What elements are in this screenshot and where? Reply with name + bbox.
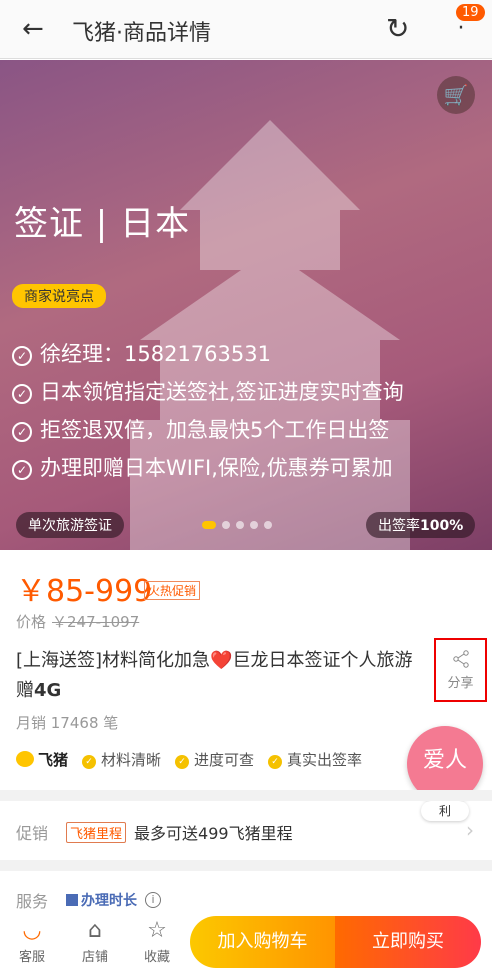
carousel-dots[interactable]: [202, 521, 272, 529]
check-icon: ✓: [12, 384, 32, 404]
check-icon: ✓: [268, 755, 283, 769]
chat-icon: ◡: [22, 918, 42, 943]
carousel-dot[interactable]: [250, 521, 258, 529]
shop-icon: ⌂: [88, 918, 102, 943]
highlight-item: ✓ 办理即赠日本WIFI,保险,优惠券可累加: [12, 449, 404, 487]
refresh-icon[interactable]: ↻: [386, 12, 409, 45]
back-arrow-icon[interactable]: ←: [22, 14, 44, 44]
top-bar: ← 飞猪·商品详情 ↻ ·· 19: [0, 0, 492, 59]
fliggy-logo: 飞猪: [16, 749, 68, 770]
divider: [0, 860, 492, 871]
highlight-item: ✓ 拒签退双倍，加急最快5个工作日出签: [12, 411, 404, 449]
globe-icon: [66, 894, 79, 906]
feature-badges: 飞猪 ✓ 材料清晰 ✓ 进度可查 ✓ 真实出签率: [16, 749, 376, 770]
feature-badge: ✓ 真实出签率: [268, 749, 362, 770]
shop-button[interactable]: ⌂ 店铺: [70, 916, 120, 965]
notification-badge: 19: [456, 4, 485, 21]
check-icon: ✓: [12, 422, 32, 442]
share-icon: [452, 650, 469, 668]
product-name: [上海送签]材料简化加急❤️巨龙日本签证个人旅游赠4G: [16, 650, 413, 701]
highlight-item: ✓ 徐经理：15821763531: [12, 335, 404, 373]
heart-icon: ❤️: [210, 650, 233, 671]
share-button[interactable]: 分享: [434, 638, 487, 702]
service-row[interactable]: 服务 办理时长 i: [16, 888, 162, 912]
add-to-cart-button[interactable]: 加入购物车: [190, 916, 335, 968]
floating-promo-tag[interactable]: 利: [421, 801, 469, 821]
highlight-list: ✓ 徐经理：15821763531 ✓ 日本领馆指定送签社,签证进度实时查询 ✓ 拒签…: [12, 335, 404, 487]
check-icon: ✓: [175, 755, 190, 769]
original-price: 价格 ￥247-1097: [16, 613, 140, 631]
carousel-dot[interactable]: [222, 521, 230, 529]
favorite-button[interactable]: ☆ 收藏: [132, 916, 182, 965]
bottom-action-bar: ◡ 客服 ⌂ 店铺 ☆ 收藏 加入购物车 立即购买: [0, 914, 492, 973]
page-title: 飞猪·商品详情: [72, 21, 211, 46]
highlight-tag: 商家说亮点: [12, 284, 106, 308]
highlight-item: ✓ 日本领馆指定送签社,签证进度实时查询: [12, 373, 404, 411]
hot-promo-tag: 火热促销: [144, 581, 201, 600]
carousel-dot[interactable]: [202, 521, 216, 529]
star-icon: ☆: [147, 918, 167, 943]
promotion-row[interactable]: 促销 飞猪里程 最多可送499飞猪里程: [16, 820, 293, 844]
divider: [0, 790, 492, 801]
price: ￥85-999: [16, 574, 153, 609]
feature-badge: ✓ 进度可查: [175, 749, 254, 770]
carousel-dot[interactable]: [236, 521, 244, 529]
approval-rate-pill: 出签率100%: [366, 512, 476, 538]
product-image-carousel[interactable]: 🛒 签证 | 日本 商家说亮点 ✓ 徐经理：15821763531 ✓ 日本领馆指定…: [0, 60, 492, 550]
chevron-right-icon[interactable]: ›: [466, 818, 474, 842]
carousel-dot[interactable]: [264, 521, 272, 529]
check-icon: ✓: [12, 346, 32, 366]
feature-badge: ✓ 材料清晰: [82, 749, 161, 770]
monthly-sales: 月销 17468 笔: [16, 714, 119, 732]
check-icon: ✓: [12, 460, 32, 480]
info-icon[interactable]: i: [145, 892, 162, 908]
processing-time-tag: 办理时长: [66, 890, 137, 910]
banner-title: 签证 | 日本: [14, 204, 191, 244]
mileage-tag: 飞猪里程: [66, 821, 127, 843]
customer-service-button[interactable]: ◡ 客服: [7, 916, 57, 965]
buy-now-button[interactable]: 立即购买: [335, 916, 481, 968]
check-icon: ✓: [82, 755, 97, 769]
visa-type-pill: 单次旅游签证: [16, 512, 124, 538]
cart-icon[interactable]: 🛒: [437, 76, 475, 114]
